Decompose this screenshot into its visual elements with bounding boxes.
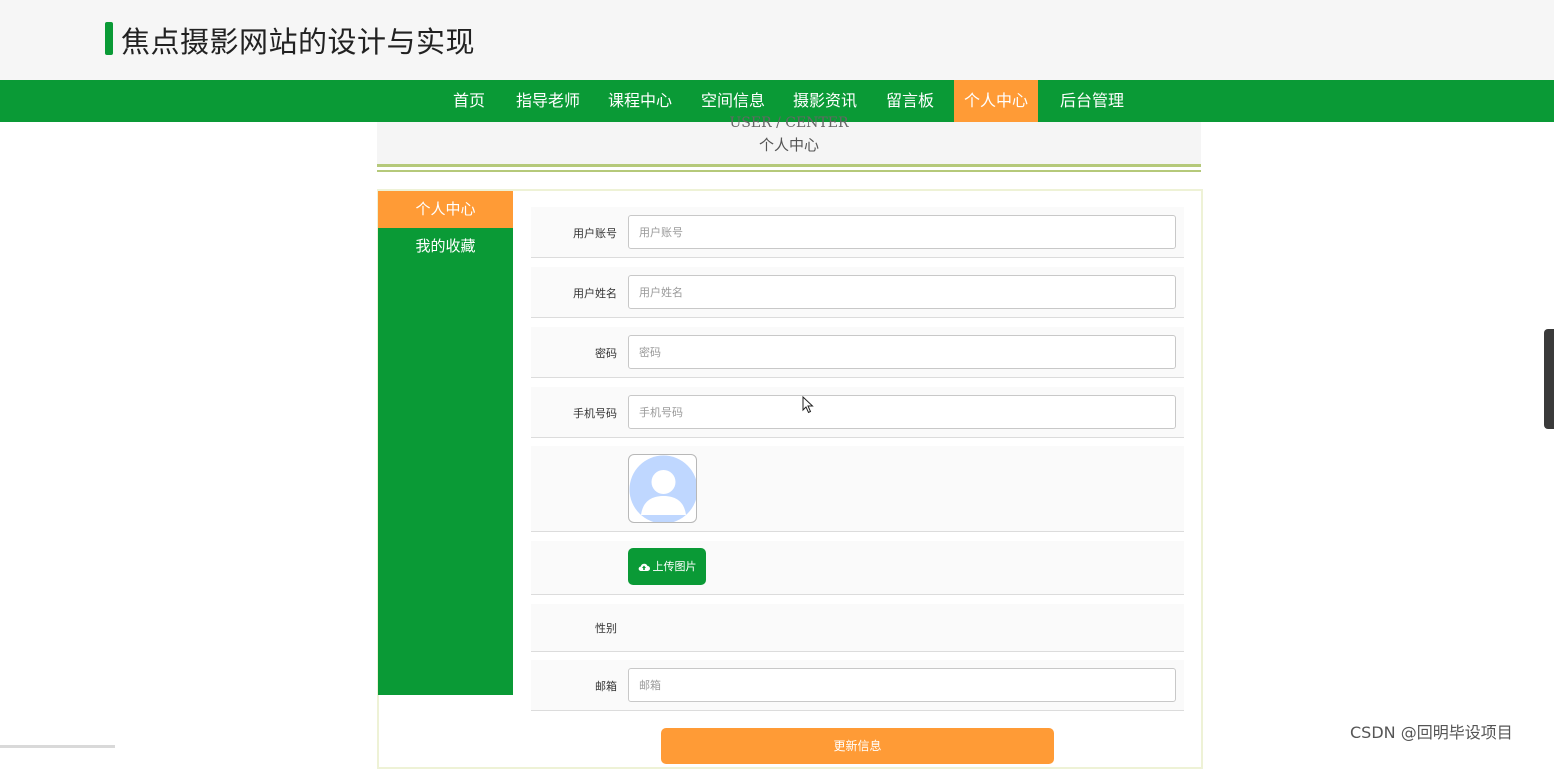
- form-row-upload: 上传图片: [531, 541, 1184, 595]
- update-info-button[interactable]: 更新信息: [661, 728, 1054, 764]
- site-header: 焦点摄影网站的设计与实现: [0, 0, 1554, 80]
- default-avatar-icon: [629, 455, 696, 522]
- scrollbar-thumb[interactable]: [1544, 329, 1554, 429]
- form-row-gender: 性别: [531, 604, 1184, 652]
- phone-input[interactable]: [628, 395, 1176, 429]
- avatar: [628, 454, 697, 523]
- section-title-en: USER / CENTER: [729, 115, 849, 131]
- upload-button-label: 上传图片: [652, 560, 697, 573]
- form-row-avatar: [531, 446, 1184, 532]
- password-label: 密码: [595, 347, 617, 360]
- sidebar: 个人中心 我的收藏: [378, 191, 513, 695]
- form-row-email: 邮箱: [531, 660, 1184, 711]
- watermark: CSDN @回明毕设项目: [1350, 723, 1513, 742]
- site-title: 焦点摄影网站的设计与实现: [121, 25, 476, 59]
- password-input[interactable]: [628, 335, 1176, 369]
- form-row-username: 用户账号: [531, 207, 1184, 258]
- fullname-input[interactable]: [628, 275, 1176, 309]
- form-row-fullname: 用户姓名: [531, 267, 1184, 318]
- gender-label: 性别: [595, 622, 617, 635]
- title-accent-bar: [105, 22, 113, 55]
- form-row-password: 密码: [531, 327, 1184, 378]
- sidebar-item-user-center[interactable]: 个人中心: [378, 191, 513, 228]
- section-divider: [377, 164, 1201, 167]
- section-heading: USER / CENTER 个人中心: [377, 115, 1201, 164]
- cloud-upload-icon: [638, 563, 650, 572]
- username-input[interactable]: [628, 215, 1176, 249]
- fullname-label: 用户姓名: [573, 287, 617, 300]
- section-title-cn: 个人中心: [758, 136, 819, 154]
- email-label: 邮箱: [595, 680, 617, 693]
- section-divider: [377, 170, 1201, 172]
- sidebar-item-favorites[interactable]: 我的收藏: [378, 228, 513, 265]
- mouse-cursor-icon: [802, 396, 814, 414]
- phone-label: 手机号码: [573, 407, 617, 420]
- email-input[interactable]: [628, 668, 1176, 702]
- username-label: 用户账号: [573, 227, 617, 240]
- upload-image-button[interactable]: 上传图片: [628, 548, 706, 585]
- form-row-phone: 手机号码: [531, 387, 1184, 438]
